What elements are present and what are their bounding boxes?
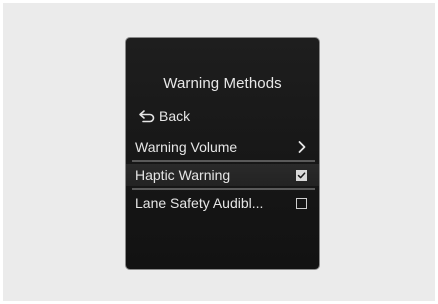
menu-item-label: Haptic Warning xyxy=(135,167,231,183)
cluster-display: Warning Methods Back Warning Volume Hapt… xyxy=(125,37,320,270)
menu-item-haptic-warning[interactable]: Haptic Warning xyxy=(126,164,319,186)
menu-item-label: Warning Volume xyxy=(135,139,238,155)
lane-safety-audible-checkbox[interactable] xyxy=(296,197,307,209)
menu-item-label: Lane Safety Audibl... xyxy=(135,195,264,211)
back-label: Back xyxy=(159,108,191,124)
chevron-right-icon xyxy=(298,141,306,153)
divider xyxy=(132,160,315,162)
checkmark-icon xyxy=(297,171,306,178)
back-arrow-icon xyxy=(139,110,155,123)
menu-item-warning-volume[interactable]: Warning Volume xyxy=(126,136,319,158)
haptic-warning-checkbox[interactable] xyxy=(296,169,307,181)
divider xyxy=(132,188,315,190)
screen-title: Warning Methods xyxy=(163,75,282,92)
menu-item-lane-safety-audible[interactable]: Lane Safety Audibl... xyxy=(126,192,319,214)
back-button[interactable]: Back xyxy=(138,108,190,124)
